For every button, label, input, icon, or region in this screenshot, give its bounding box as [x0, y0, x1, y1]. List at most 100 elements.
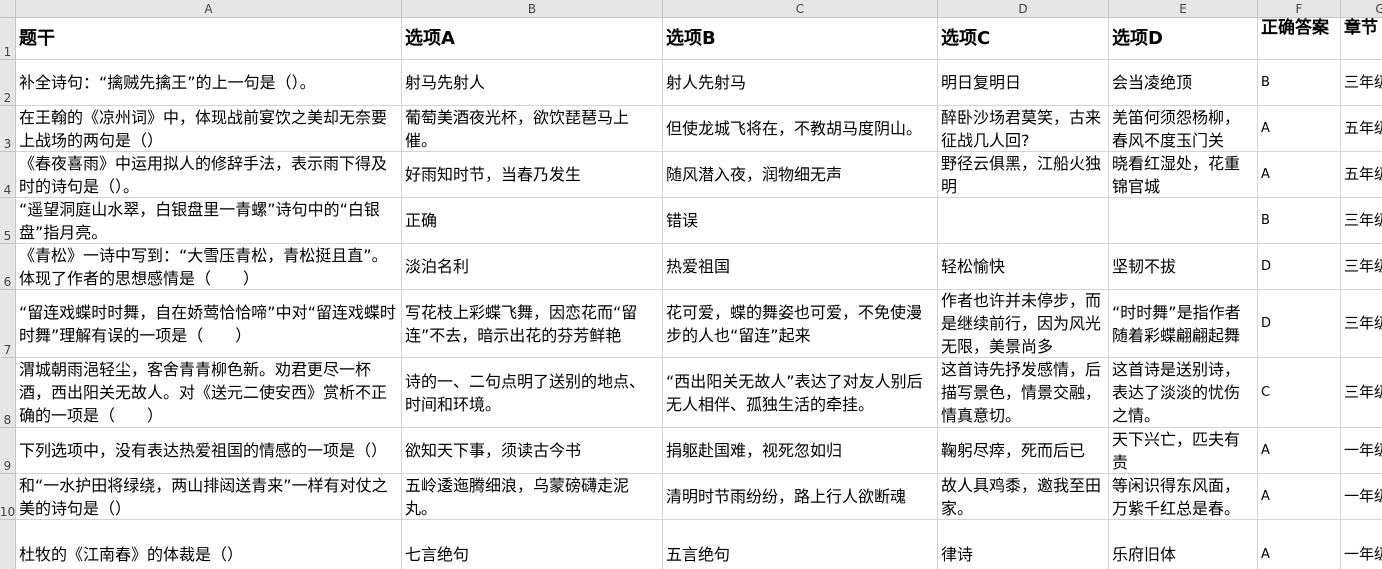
table-cell[interactable]: “西出阳关无故人”表达了对友人别后无人相伴、孤独生活的牵挂。: [663, 358, 938, 428]
header-cell[interactable]: 选项D: [1109, 18, 1258, 60]
table-cell[interactable]: A: [1258, 152, 1341, 198]
table-cell[interactable]: 一年级: [1341, 474, 1382, 520]
table-cell[interactable]: 射马先射人: [402, 60, 663, 106]
row-header[interactable]: 10: [0, 474, 16, 520]
cell-text: 错误: [666, 211, 699, 230]
table-cell[interactable]: A: [1258, 428, 1341, 474]
row-header[interactable]: 2: [0, 60, 16, 106]
table-cell[interactable]: 乐府旧体: [1109, 520, 1258, 569]
table-cell[interactable]: 杜牧的《江南春》的体裁是（）: [16, 520, 402, 569]
table-cell[interactable]: 三年级: [1341, 290, 1382, 358]
table-cell[interactable]: 羌笛何须怨杨柳，春风不度玉门关: [1109, 106, 1258, 152]
header-cell[interactable]: 选项C: [938, 18, 1109, 60]
table-cell[interactable]: 射人先射马: [663, 60, 938, 106]
table-cell[interactable]: 《青松》一诗中写到：“大雪压青松，青松挺且直”。体现了作者的思想感情是（ ）: [16, 244, 402, 290]
header-cell[interactable]: 正确答案: [1258, 18, 1341, 60]
table-cell[interactable]: B: [1258, 198, 1341, 244]
table-cell[interactable]: 诗的一、二句点明了送别的地点、时间和环境。: [402, 358, 663, 428]
row-header[interactable]: 1: [0, 18, 16, 60]
row-header[interactable]: 7: [0, 290, 16, 358]
table-cell[interactable]: [1109, 198, 1258, 244]
table-cell[interactable]: 错误: [663, 198, 938, 244]
table-cell[interactable]: B: [1258, 60, 1341, 106]
table-cell[interactable]: 鞠躬尽瘁，死而后已: [938, 428, 1109, 474]
table-cell[interactable]: 《春夜喜雨》中运用拟人的修辞手法，表示雨下得及时的诗句是（）。: [16, 152, 402, 198]
table-cell[interactable]: 等闲识得东风面，万紫千红总是春。: [1109, 474, 1258, 520]
column-header-e[interactable]: E: [1109, 0, 1258, 18]
select-all-corner[interactable]: [0, 0, 16, 18]
row-header[interactable]: 11: [0, 520, 16, 569]
table-cell[interactable]: 会当凌绝顶: [1109, 60, 1258, 106]
row-header[interactable]: 5: [0, 198, 16, 244]
table-cell[interactable]: 欲知天下事，须读古今书: [402, 428, 663, 474]
spreadsheet-grid[interactable]: ABCDEFG1234567891011题干选项A选项B选项C选项D正确答案章节…: [0, 0, 1382, 569]
table-cell[interactable]: 故人具鸡黍，邀我至田家。: [938, 474, 1109, 520]
column-header-a[interactable]: A: [16, 0, 402, 18]
table-cell[interactable]: 晓看红湿处，花重锦官城: [1109, 152, 1258, 198]
table-cell[interactable]: 坚韧不拔: [1109, 244, 1258, 290]
table-cell[interactable]: 一年级: [1341, 520, 1382, 569]
cell-text: 好雨知时节，当春乃发生: [405, 165, 582, 184]
table-cell[interactable]: 三年级: [1341, 198, 1382, 244]
row-header[interactable]: 3: [0, 106, 16, 152]
table-cell[interactable]: 五年级: [1341, 152, 1382, 198]
table-cell[interactable]: 三年级: [1341, 60, 1382, 106]
table-cell[interactable]: 写花枝上彩蝶飞舞，因恋花而“留连”不去，暗示出花的芬芳鲜艳: [402, 290, 663, 358]
table-cell[interactable]: 花可爱，蝶的舞姿也可爱，不免使漫步的人也“留连”起来: [663, 290, 938, 358]
column-header-f[interactable]: F: [1258, 0, 1341, 18]
table-cell[interactable]: 一年级: [1341, 428, 1382, 474]
table-cell[interactable]: “遥望洞庭山水翠，白银盘里一青螺”诗句中的“白银盘”指月亮。: [16, 198, 402, 244]
table-cell[interactable]: 和“一水护田将绿绕，两山排闼送青来”一样有对仗之美的诗句是（）: [16, 474, 402, 520]
table-cell[interactable]: [938, 198, 1109, 244]
table-cell[interactable]: 正确: [402, 198, 663, 244]
table-cell[interactable]: 清明时节雨纷纷，路上行人欲断魂: [663, 474, 938, 520]
table-cell[interactable]: D: [1258, 290, 1341, 358]
table-cell[interactable]: 五言绝句: [663, 520, 938, 569]
header-cell[interactable]: 选项B: [663, 18, 938, 60]
table-cell[interactable]: 天下兴亡，匹夫有责: [1109, 428, 1258, 474]
row-header[interactable]: 9: [0, 428, 16, 474]
table-cell[interactable]: “时时舞”是指作者随着彩蝶翩翩起舞: [1109, 290, 1258, 358]
table-cell[interactable]: 五岭逶迤腾细浪，乌蒙磅礴走泥丸。: [402, 474, 663, 520]
table-cell[interactable]: “留连戏蝶时时舞，自在娇莺恰恰啼”中对“留连戏蝶时时舞”理解有误的一项是（ ）: [16, 290, 402, 358]
table-cell[interactable]: D: [1258, 244, 1341, 290]
table-cell[interactable]: A: [1258, 520, 1341, 569]
table-cell[interactable]: A: [1258, 474, 1341, 520]
table-cell[interactable]: 三年级: [1341, 358, 1382, 428]
table-cell[interactable]: 淡泊名利: [402, 244, 663, 290]
table-cell[interactable]: 作者也许并未停步，而是继续前行，因为风光无限，美景尚多: [938, 290, 1109, 358]
table-cell[interactable]: 但使龙城飞将在，不教胡马度阴山。: [663, 106, 938, 152]
table-cell[interactable]: C: [1258, 358, 1341, 428]
table-cell[interactable]: 热爱祖国: [663, 244, 938, 290]
column-header-g[interactable]: G: [1341, 0, 1382, 18]
table-cell[interactable]: 轻松愉快: [938, 244, 1109, 290]
table-cell[interactable]: 三年级: [1341, 244, 1382, 290]
table-cell[interactable]: 律诗: [938, 520, 1109, 569]
row-header[interactable]: 4: [0, 152, 16, 198]
table-cell[interactable]: A: [1258, 106, 1341, 152]
cell-text: B: [1261, 213, 1270, 228]
column-header-d[interactable]: D: [938, 0, 1109, 18]
table-cell[interactable]: 野径云俱黑，江船火独明: [938, 152, 1109, 198]
table-cell[interactable]: 在王翰的《凉州词》中，体现战前宴饮之美却无奈要上战场的两句是（）: [16, 106, 402, 152]
header-cell[interactable]: 题干: [16, 18, 402, 60]
table-cell[interactable]: 七言绝句: [402, 520, 663, 569]
column-header-c[interactable]: C: [663, 0, 938, 18]
header-cell[interactable]: 选项A: [402, 18, 663, 60]
table-cell[interactable]: 这首诗是送别诗，表达了淡淡的忧伤之情。: [1109, 358, 1258, 428]
header-cell[interactable]: 章节: [1341, 18, 1382, 60]
table-cell[interactable]: 五年级: [1341, 106, 1382, 152]
table-cell[interactable]: 捐躯赴国难，视死忽如归: [663, 428, 938, 474]
row-header[interactable]: 8: [0, 358, 16, 428]
table-cell[interactable]: 这首诗先抒发感情，后描写景色，情景交融，情真意切。: [938, 358, 1109, 428]
table-cell[interactable]: 明日复明日: [938, 60, 1109, 106]
table-cell[interactable]: 下列选项中，没有表达热爱祖国的情感的一项是（）: [16, 428, 402, 474]
table-cell[interactable]: 渭城朝雨浥轻尘，客舍青青柳色新。劝君更尽一杯酒，西出阳关无故人。对《送元二使安西…: [16, 358, 402, 428]
table-cell[interactable]: 好雨知时节，当春乃发生: [402, 152, 663, 198]
table-cell[interactable]: 葡萄美酒夜光杯，欲饮琵琶马上催。: [402, 106, 663, 152]
table-cell[interactable]: 补全诗句：“擒贼先擒王”的上一句是（）。: [16, 60, 402, 106]
column-header-b[interactable]: B: [402, 0, 663, 18]
table-cell[interactable]: 随风潜入夜，润物细无声: [663, 152, 938, 198]
table-cell[interactable]: 醉卧沙场君莫笑，古来征战几人回?: [938, 106, 1109, 152]
row-header[interactable]: 6: [0, 244, 16, 290]
